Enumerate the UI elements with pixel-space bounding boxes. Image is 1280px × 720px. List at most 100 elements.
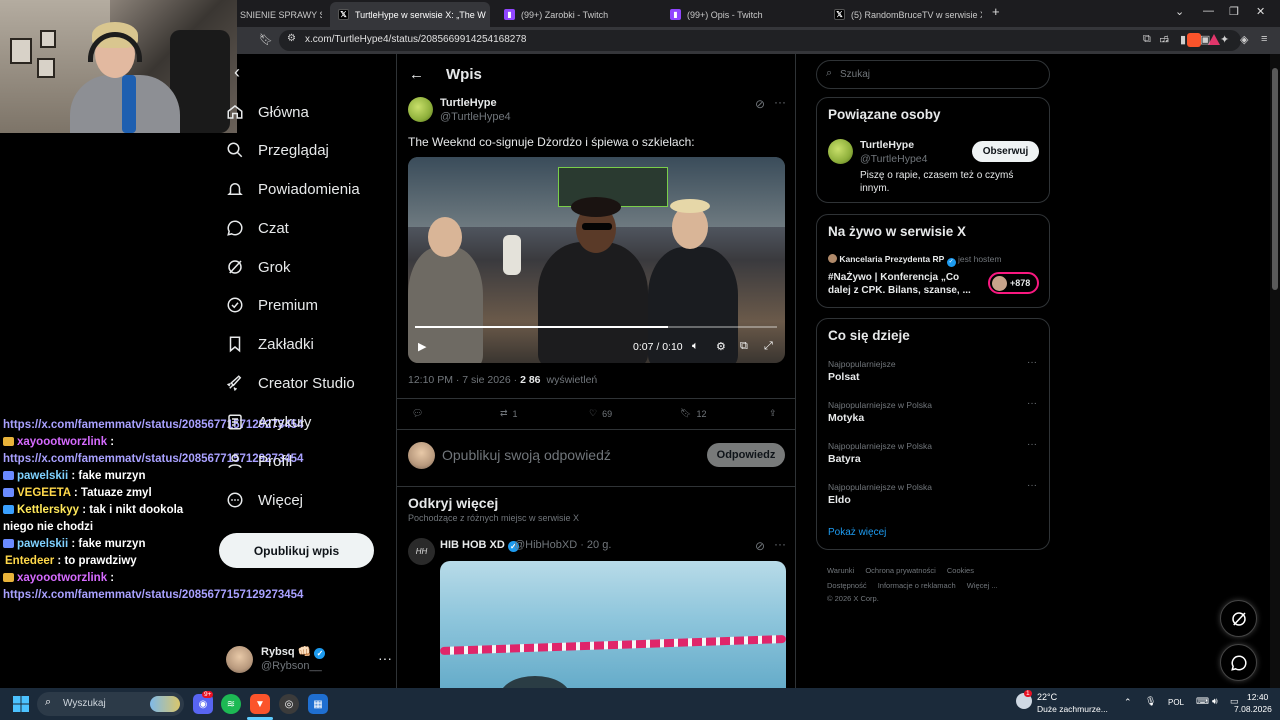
spotify-icon[interactable]: ≋ (221, 694, 241, 714)
window-close-icon[interactable]: ✕ (1256, 5, 1265, 18)
microphone-icon[interactable]: 🎙︎ (1145, 696, 1156, 707)
obs-icon[interactable]: ◎ (279, 694, 299, 714)
wallet-icon[interactable]: ▣ (1200, 33, 1210, 46)
more-options-icon[interactable]: ··· (1027, 439, 1037, 450)
avatar[interactable] (828, 139, 853, 164)
trend-name[interactable]: Motyka (828, 412, 864, 424)
grok-icon[interactable]: ⊘ (755, 539, 765, 553)
media-icon[interactable]: ♫ (1161, 33, 1169, 45)
tab-search-icon[interactable]: ⌄ (1175, 5, 1184, 18)
views-label[interactable]: wyświetleń (547, 374, 598, 386)
clock-date[interactable]: 7.08.2026 (1234, 704, 1272, 714)
minimize-icon[interactable]: — (1203, 5, 1214, 17)
show-more-link[interactable]: Pokaż więcej (828, 527, 886, 538)
weather-desc[interactable]: Duże zachmurze... (1037, 704, 1108, 714)
avatar[interactable] (408, 97, 433, 122)
bookmark-page-icon[interactable]: 🔖︎ (259, 33, 273, 46)
grok-fab-button[interactable] (1220, 600, 1257, 637)
reply-input[interactable]: Opublikuj swoją odpowiedź (442, 447, 611, 463)
url-field[interactable]: ⚙︎ x.com/TurtleHype4/status/208566991425… (279, 30, 1241, 51)
footer-link[interactable]: Ochrona prywatności (865, 566, 935, 575)
browser-tab[interactable]: ▮ (99+) Opis - Twitch (662, 2, 822, 27)
picture-in-picture-icon[interactable]: ⧉ (740, 340, 748, 353)
page-scrollbar[interactable] (1270, 54, 1280, 688)
author-name[interactable]: HIB HOB XD ✓ (440, 539, 519, 552)
video-progress-bar[interactable] (415, 326, 777, 328)
live-listeners[interactable]: +878 (988, 272, 1039, 294)
nav-item-premium[interactable]: Premium (226, 291, 318, 319)
nav-item-grok[interactable]: Grok (226, 253, 291, 281)
leo-ai-icon[interactable]: ✦ (1220, 33, 1229, 46)
nav-item-notifications[interactable]: Powiadomienia (226, 175, 360, 203)
like-button[interactable]: ♡ 69 (589, 408, 612, 419)
weather-temp[interactable]: 22°C (1037, 692, 1057, 702)
nav-item-articles[interactable]: Artykuły (226, 408, 311, 436)
network-icon[interactable]: ⌨︎ (1196, 696, 1209, 707)
more-options-icon[interactable]: ··· (1027, 480, 1037, 491)
brave-shield-icon[interactable] (1187, 33, 1201, 47)
scrollbar-thumb[interactable] (1272, 68, 1278, 290)
vpn-icon[interactable]: ◈ (1240, 33, 1248, 46)
language-indicator[interactable]: POL (1168, 698, 1184, 707)
browser-tab[interactable]: SNIENIE SPRAWY STATU (232, 2, 322, 27)
trend-name[interactable]: Batyra (828, 453, 861, 465)
play-icon[interactable]: ▶ (418, 340, 426, 353)
settings-icon[interactable]: ⚙︎ (716, 340, 726, 353)
related-handle[interactable]: @TurtleHype4 (860, 153, 927, 165)
grok-icon[interactable]: ⊘ (755, 97, 765, 111)
nav-item-home[interactable]: Główna (226, 98, 309, 126)
author-name[interactable]: TurtleHype (440, 97, 497, 109)
site-settings-icon[interactable]: ⚙︎ (287, 33, 296, 44)
trend-name[interactable]: Polsat (828, 371, 860, 383)
clock-time[interactable]: 12:40 (1247, 692, 1268, 702)
more-options-icon[interactable]: ··· (1027, 357, 1037, 368)
repost-button[interactable]: ⇄ 1 (500, 408, 518, 419)
new-tab-button[interactable]: + (992, 4, 1000, 19)
restore-icon[interactable]: ❐ (1229, 5, 1239, 18)
nav-item-chat[interactable]: Czat (226, 214, 289, 242)
fullscreen-icon[interactable]: ⤢ (764, 340, 773, 353)
chat-fab-button[interactable] (1220, 644, 1257, 681)
back-arrow-icon[interactable]: ← (409, 66, 424, 83)
more-options-icon[interactable]: ··· (378, 650, 392, 666)
browser-tab[interactable]: ▮ (99+) Zarobki - Twitch (496, 2, 656, 27)
author-handle[interactable]: @TurtleHype4 (440, 111, 511, 123)
footer-link[interactable]: Dostępność (827, 581, 867, 590)
extensions-icon[interactable]: ⧉ (1143, 33, 1151, 46)
footer-link[interactable]: Cookies (947, 566, 974, 575)
share-button[interactable]: ⇪ (769, 408, 777, 419)
browser-tab[interactable]: 𝕏 (5) RandomBruceTV w serwisie X: „D (826, 2, 982, 27)
more-options-icon[interactable]: ··· (1027, 398, 1037, 409)
trend-name[interactable]: Eldo (828, 494, 851, 506)
windows-start-icon[interactable] (13, 696, 29, 712)
post-button[interactable]: Opublikuj wpis (219, 533, 374, 568)
more-options-icon[interactable]: ··· (774, 537, 786, 551)
nav-item-bookmarks[interactable]: Zakładki (226, 330, 314, 358)
post-image[interactable] (440, 561, 786, 688)
menu-icon[interactable]: ≡ (1261, 33, 1267, 45)
calculator-icon[interactable]: ▦ (308, 694, 328, 714)
nav-item-more[interactable]: Więcej (226, 486, 303, 514)
bookmark-button[interactable]: 🔖︎ 12 (680, 408, 706, 419)
taskbar-search[interactable]: ⌕ Wyszukaj (37, 692, 184, 716)
footer-link[interactable]: Więcej ... (967, 581, 998, 590)
footer-link[interactable]: Informacje o reklamach (878, 581, 956, 590)
nav-item-explore[interactable]: Przeglądaj (226, 136, 329, 164)
avatar[interactable]: HH (408, 538, 435, 565)
post-timestamp[interactable]: 12:10 PM · 7 sie 2026 · (408, 374, 520, 386)
search-input[interactable]: ⌕ Szukaj (816, 60, 1050, 89)
volume-icon[interactable]: 🔊︎ (1212, 696, 1218, 707)
browser-tab-active[interactable]: 𝕏 TurtleHype w serwisie X: „The W ✕ (330, 2, 490, 27)
author-handle[interactable]: @HibHobXD · 20 g. (514, 539, 611, 551)
sidebar-icon[interactable]: ▮ (1180, 33, 1186, 46)
footer-link[interactable]: Warunki (827, 566, 854, 575)
brave-browser-icon[interactable]: ▼ (250, 694, 270, 714)
volume-icon[interactable]: 🔈︎ (692, 340, 699, 353)
reply-submit-button[interactable]: Odpowiedz (707, 443, 785, 467)
more-options-icon[interactable]: ··· (774, 95, 786, 109)
live-host[interactable]: Kancelaria Prezydenta RP ✓ jest hostem (828, 254, 1001, 267)
x-logo-icon[interactable]: ‹ (234, 62, 240, 83)
nav-item-creator-studio[interactable]: Creator Studio (226, 369, 355, 397)
reply-button[interactable]: 💬︎ (412, 408, 428, 419)
account-switcher[interactable]: Rybsq 👊🏻 ✓ @Rybson__ ··· (226, 644, 392, 680)
